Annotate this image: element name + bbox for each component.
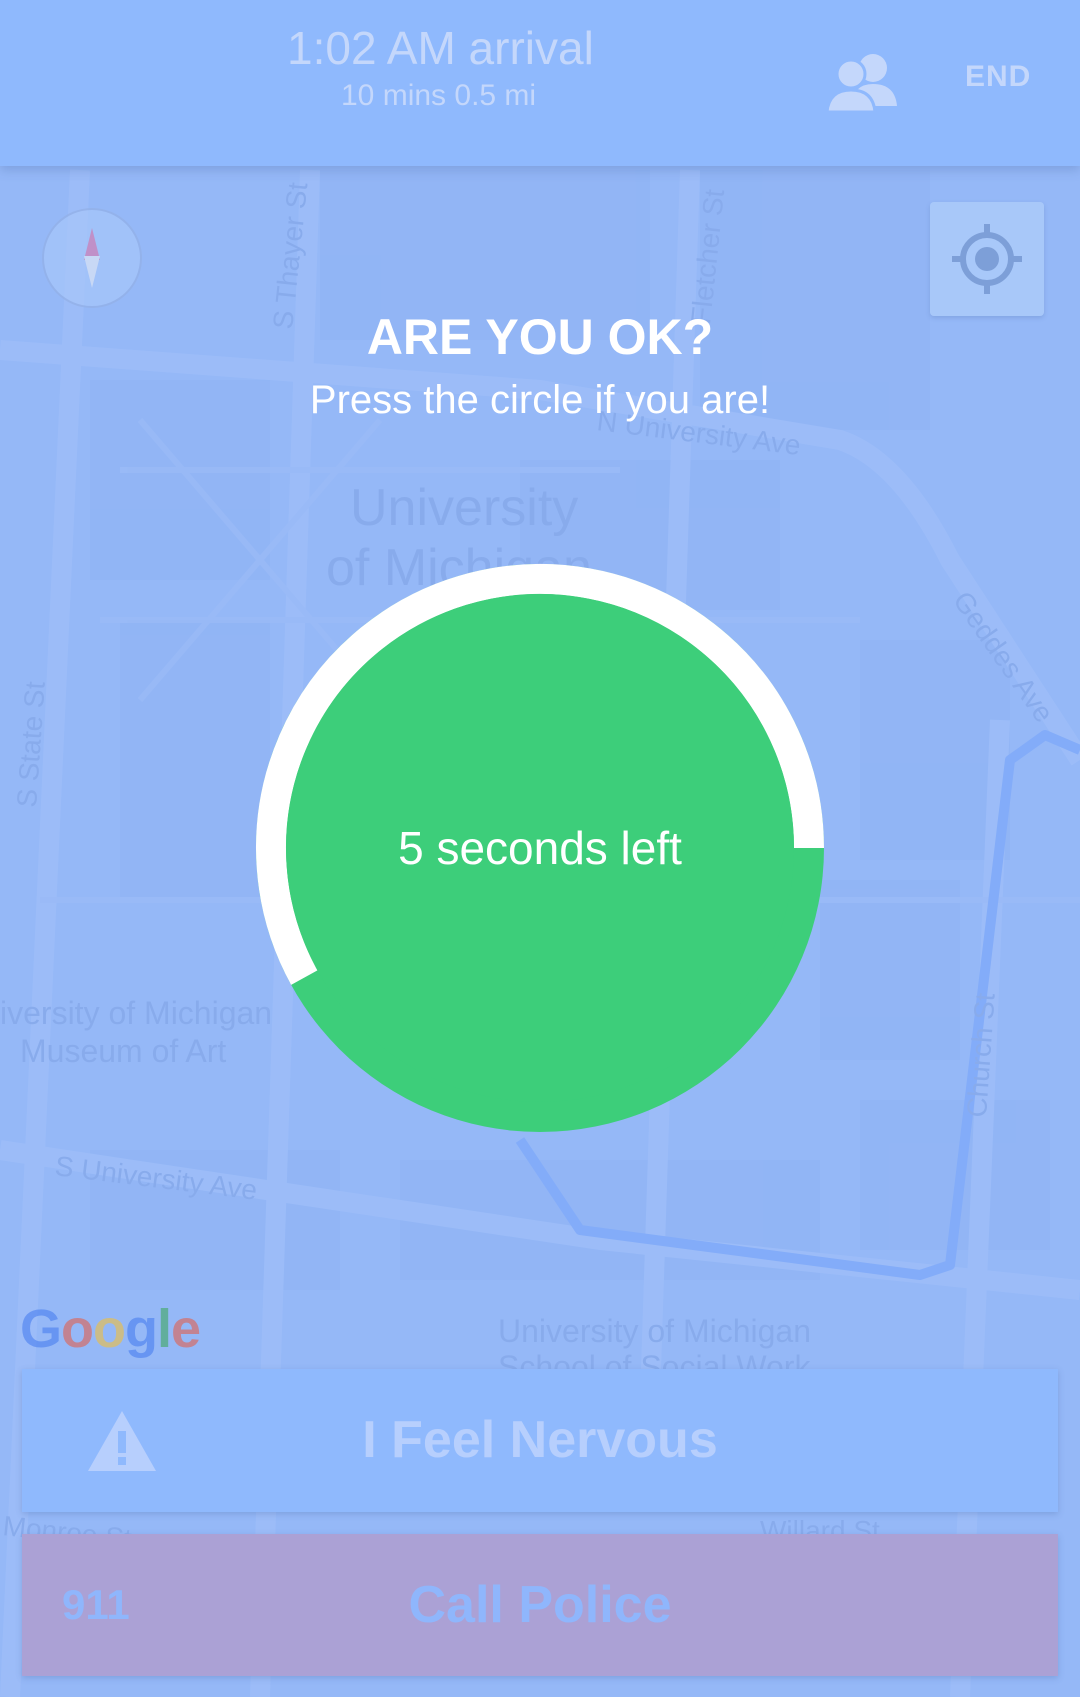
my-location-button[interactable] (930, 202, 1044, 316)
im-ok-circle-button[interactable]: 5 seconds left (286, 594, 794, 1102)
contacts-icon (825, 54, 897, 114)
contacts-button[interactable] (823, 50, 903, 114)
crosshair-icon (952, 224, 1022, 294)
end-trip-button[interactable]: END (965, 60, 1031, 94)
nervous-label: I Feel Nervous (362, 1411, 718, 1469)
trip-header: 1:02 AM arrival 10 mins 0.5 mi END (0, 0, 1080, 166)
call-police-button[interactable]: 911 Call Police (22, 1534, 1058, 1676)
compass-icon (84, 228, 100, 288)
prompt-subtitle: Press the circle if you are! (309, 378, 771, 422)
countdown-text: 5 seconds left (398, 822, 682, 874)
compass-button[interactable] (42, 208, 142, 308)
map-attribution-logo: Google (20, 1299, 201, 1359)
arrival-info: 1:02 AM arrival 10 mins 0.5 mi (287, 20, 607, 116)
eta-distance: 10 mins 0.5 mi (341, 79, 537, 112)
countdown-timer: 5 seconds left (254, 562, 826, 1134)
i-feel-nervous-button[interactable]: I Feel Nervous (22, 1369, 1058, 1512)
arrival-time: 1:02 AM arrival (287, 22, 594, 74)
call-police-label: Call Police (408, 1576, 672, 1634)
prompt-title: ARE YOU OK? (366, 309, 714, 365)
